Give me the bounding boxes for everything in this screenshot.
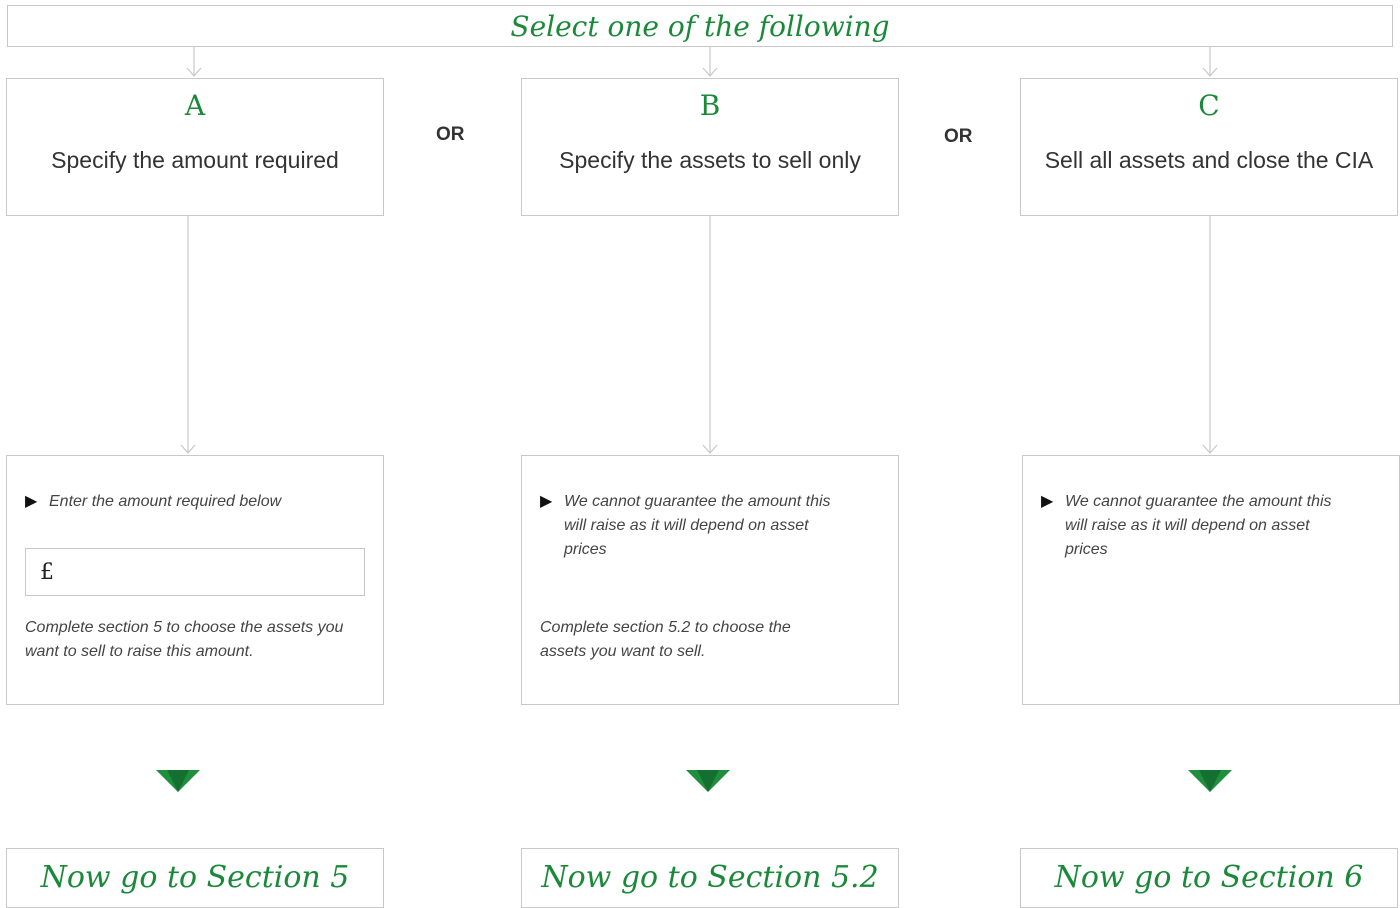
or-separator-1: OR	[436, 124, 465, 145]
option-c-letter: C	[1198, 89, 1220, 122]
instruction-header: Select one of the following	[7, 5, 1393, 47]
currency-symbol: £	[40, 560, 54, 585]
or-separator-2: OR	[944, 126, 973, 147]
option-a-note: Complete section 5 to choose the assets …	[25, 619, 344, 660]
option-b-letter: B	[699, 89, 721, 122]
option-b-details: ▶ We cannot guarantee the amount this wi…	[521, 455, 899, 705]
goto-section-5[interactable]: Now go to Section 5	[6, 848, 384, 908]
option-c-description: Sell all assets and close the CIA	[1044, 147, 1374, 173]
option-c-details: ▶ We cannot guarantee the amount this wi…	[1022, 455, 1400, 705]
option-c-warning-text: We cannot guarantee the amount this will…	[1065, 493, 1332, 558]
option-a-description: Specify the amount required	[51, 147, 339, 173]
option-b-warning: ▶ We cannot guarantee the amount this wi…	[540, 490, 840, 562]
option-a-instruction: ▶ Enter the amount required below	[25, 490, 355, 514]
option-b-warning-text: We cannot guarantee the amount this will…	[564, 493, 831, 558]
bullet-triangle-icon: ▶	[1041, 493, 1054, 510]
down-triangle-icon	[156, 770, 200, 792]
option-b-description: Specify the assets to sell only	[559, 147, 861, 173]
option-a-details: ▶ Enter the amount required below £ Comp…	[6, 455, 384, 705]
option-b-note: Complete section 5.2 to choose the asset…	[540, 619, 791, 660]
goto-section-5-label: Now go to Section 5	[40, 860, 350, 895]
goto-section-5-2-label: Now go to Section 5.2	[541, 860, 879, 895]
option-c-warning: ▶ We cannot guarantee the amount this wi…	[1041, 490, 1341, 562]
option-a-letter: A	[184, 89, 206, 122]
option-b-card[interactable]: B Specify the assets to sell only	[521, 78, 899, 216]
goto-section-6-label: Now go to Section 6	[1054, 860, 1364, 895]
instruction-title: Select one of the following	[510, 10, 890, 43]
down-triangle-icon	[686, 770, 730, 792]
bullet-triangle-icon: ▶	[540, 493, 553, 510]
amount-input-field[interactable]: £	[25, 548, 365, 596]
bullet-triangle-icon: ▶	[25, 493, 38, 510]
goto-section-6[interactable]: Now go to Section 6	[1020, 848, 1398, 908]
down-triangle-icon	[1188, 770, 1232, 792]
option-a-instruction-text: Enter the amount required below	[49, 493, 282, 510]
option-a-card[interactable]: A Specify the amount required	[6, 78, 384, 216]
option-c-card[interactable]: C Sell all assets and close the CIA	[1020, 78, 1398, 216]
goto-section-5-2[interactable]: Now go to Section 5.2	[521, 848, 899, 908]
